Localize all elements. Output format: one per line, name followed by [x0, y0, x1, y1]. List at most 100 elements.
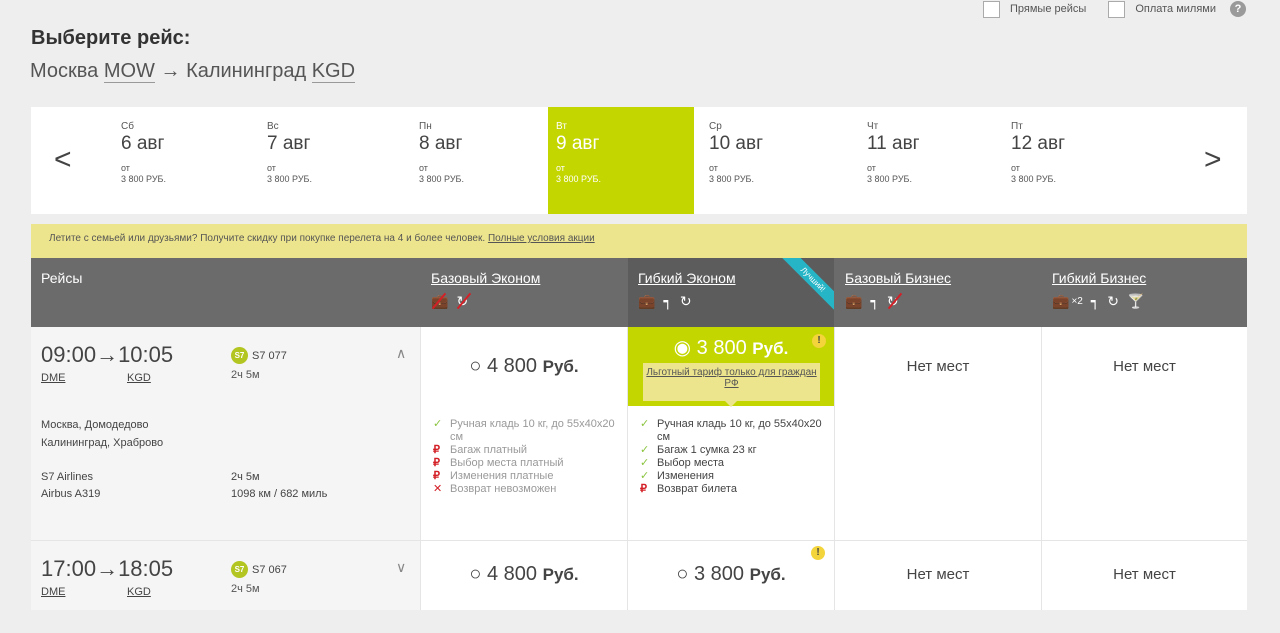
arrival-time: 18:05	[118, 556, 174, 581]
radio-button[interactable]: ○	[469, 355, 481, 377]
min-price: 3 800 РУБ.	[867, 174, 912, 184]
chevron-down-icon[interactable]: ∨	[396, 559, 406, 576]
checkbox-box[interactable]	[983, 0, 1001, 18]
fare-header: Рейсы Базовый Эконом 💼 ↻ Гибкий Эконом 💼…	[31, 258, 1247, 327]
flight-duration: 2ч 5м	[231, 583, 260, 595]
warning-icon[interactable]: !	[812, 334, 826, 348]
flex-business-title[interactable]: Гибкий Бизнес	[1052, 270, 1247, 286]
destination-city: Калининград	[186, 60, 307, 82]
date-label: 11 авг	[867, 133, 920, 154]
date-tab[interactable]: Ср 10 авг от 3 800 РУБ.	[701, 107, 847, 214]
checkbox-box[interactable]	[1108, 0, 1126, 18]
cross-icon: ✕	[433, 483, 443, 495]
fare-price[interactable]: ◉ 3 800 Руб.	[628, 335, 834, 360]
departure-airport[interactable]: DME	[41, 586, 65, 598]
departure-airport[interactable]: DME	[41, 372, 65, 384]
base-business-header: Базовый Бизнес 💼 ┑ ↻	[835, 258, 1041, 327]
fare-price[interactable]: ○ 4 800 Руб.	[421, 563, 627, 586]
ruble-icon: ₽	[433, 444, 440, 456]
base-economy-fare[interactable]: ○ 4 800 Руб.	[420, 541, 627, 610]
no-seats: Нет мест	[1113, 566, 1176, 583]
base-business-fare: Нет мест	[834, 327, 1041, 540]
feature-text: Возврат билета	[657, 483, 737, 495]
departure-time: 09:00	[41, 342, 97, 367]
flex-business-fare: Нет мест	[1041, 327, 1247, 540]
from-label: от	[419, 163, 428, 173]
fare-note[interactable]: Льготный тариф только для граждан РФ	[643, 363, 820, 407]
arrival-airport[interactable]: KGD	[127, 586, 151, 598]
radio-selected[interactable]: ◉	[674, 337, 691, 359]
check-icon: ✓	[640, 470, 650, 482]
warning-icon[interactable]: !	[811, 546, 825, 560]
feature-item: ✓ Ручная кладь 10 кг, до 55х40х20 см	[640, 418, 834, 444]
check-icon: ✓	[640, 444, 650, 456]
route-heading: Москва MOW → Калининград KGD	[30, 60, 356, 83]
feature-item: ✓ Багаж 1 сумка 23 кг	[640, 444, 834, 457]
min-price: 3 800 РУБ.	[121, 174, 166, 184]
date-label: 7 авг	[267, 133, 311, 154]
feature-item: ₽ Возврат билета	[640, 483, 834, 496]
base-economy-title[interactable]: Базовый Эконом	[431, 270, 627, 286]
feature-item: ✕ Возврат невозможен	[433, 483, 627, 496]
min-price: 3 800 РУБ.	[709, 174, 754, 184]
date-tab[interactable]: Пн 8 авг от 3 800 РУБ.	[411, 107, 557, 214]
aircraft-type: Airbus A319	[41, 488, 101, 500]
date-label: 12 авг	[1011, 133, 1066, 154]
pay-miles-checkbox[interactable]: Оплата милями ?	[1108, 0, 1246, 18]
min-price: 3 800 РУБ.	[267, 174, 312, 184]
no-seats: Нет мест	[1113, 358, 1176, 375]
destination-code[interactable]: KGD	[311, 60, 356, 83]
flex-economy-header: Гибкий Эконом 💼 ┑ ↻ Лучший!	[628, 258, 834, 327]
flex-business-icons: 💼 ×2 ┑ ↻ 🍸	[1052, 293, 1247, 310]
date-tab[interactable]: Пт 12 авг от 3 800 РУБ.	[1003, 107, 1149, 214]
promo-link[interactable]: Полные условия акции	[488, 233, 595, 244]
flex-economy-fare[interactable]: ! ○ 3 800 Руб.	[627, 541, 834, 610]
check-icon: ✓	[640, 418, 650, 430]
carrier-name: S7 Airlines	[41, 471, 93, 483]
arrival-city: Калининград, Храброво	[41, 437, 164, 449]
feature-item: ₽ Изменения платные	[433, 470, 627, 483]
origin-code[interactable]: MOW	[103, 60, 155, 83]
prev-dates-button[interactable]: <	[54, 145, 72, 175]
feature-text: Выбор места	[657, 457, 725, 469]
next-dates-button[interactable]: >	[1204, 145, 1222, 175]
radio-button[interactable]: ○	[469, 563, 481, 585]
currency: Руб.	[542, 565, 579, 584]
base-business-title[interactable]: Базовый Бизнес	[845, 270, 1041, 286]
base-business-icons: 💼 ┑ ↻	[845, 293, 1041, 310]
base-economy-fare[interactable]: ○ 4 800 Руб. ✓ Ручная кладь 10 кг, до 55х…	[420, 327, 627, 540]
price-value: 3 800	[694, 563, 745, 585]
ruble-icon: ₽	[640, 483, 647, 495]
fare-price[interactable]: ○ 4 800 Руб.	[421, 355, 627, 378]
from-label: от	[709, 163, 718, 173]
flex-economy-fare[interactable]: ◉ 3 800 Руб. ! Льготный тариф только для…	[627, 327, 835, 540]
flex-business-fare: Нет мест	[1041, 541, 1247, 610]
date-tab-selected[interactable]: Вт 9 авг от 3 800 РУБ.	[548, 107, 694, 214]
direct-flights-label: Прямые рейсы	[1010, 3, 1087, 15]
seat-icon: ┑	[1090, 293, 1100, 309]
day-of-week: Сб	[121, 121, 134, 132]
flight-row: 09:00→10:05 DME KGD S7 S7 077 2ч 5м ∧ Мо…	[31, 327, 1247, 540]
arrival-airport[interactable]: KGD	[127, 372, 151, 384]
suitcase-icon: 💼	[431, 293, 449, 309]
flight-info: 09:00→10:05 DME KGD S7 S7 077 2ч 5м ∧ Мо…	[31, 327, 420, 540]
date-tab[interactable]: Сб 6 авг от 3 800 РУБ.	[113, 107, 259, 214]
page-title: Выберите рейс:	[31, 27, 191, 49]
min-price: 3 800 РУБ.	[1011, 174, 1056, 184]
feature-item: ₽ Выбор места платный	[433, 457, 627, 470]
help-icon[interactable]: ?	[1230, 1, 1246, 17]
direct-flights-checkbox[interactable]: Прямые рейсы	[983, 0, 1087, 18]
flight-number: S7 S7 067	[231, 561, 287, 578]
from-label: от	[267, 163, 276, 173]
base-business-fare: Нет мест	[834, 541, 1041, 610]
date-label: 9 авг	[556, 133, 600, 154]
departure-city: Москва, Домодедово	[41, 419, 149, 431]
chevron-up-icon[interactable]: ∧	[396, 345, 406, 362]
date-tab[interactable]: Вс 7 авг от 3 800 РУБ.	[259, 107, 405, 214]
min-price: 3 800 РУБ.	[419, 174, 464, 184]
cocktail-icon: 🍸	[1127, 293, 1145, 309]
date-tab[interactable]: Чт 11 авг от 3 800 РУБ.	[859, 107, 1005, 214]
fare-price[interactable]: ○ 3 800 Руб.	[628, 563, 834, 586]
arrow-icon: →	[160, 60, 181, 82]
radio-button[interactable]: ○	[676, 563, 688, 585]
